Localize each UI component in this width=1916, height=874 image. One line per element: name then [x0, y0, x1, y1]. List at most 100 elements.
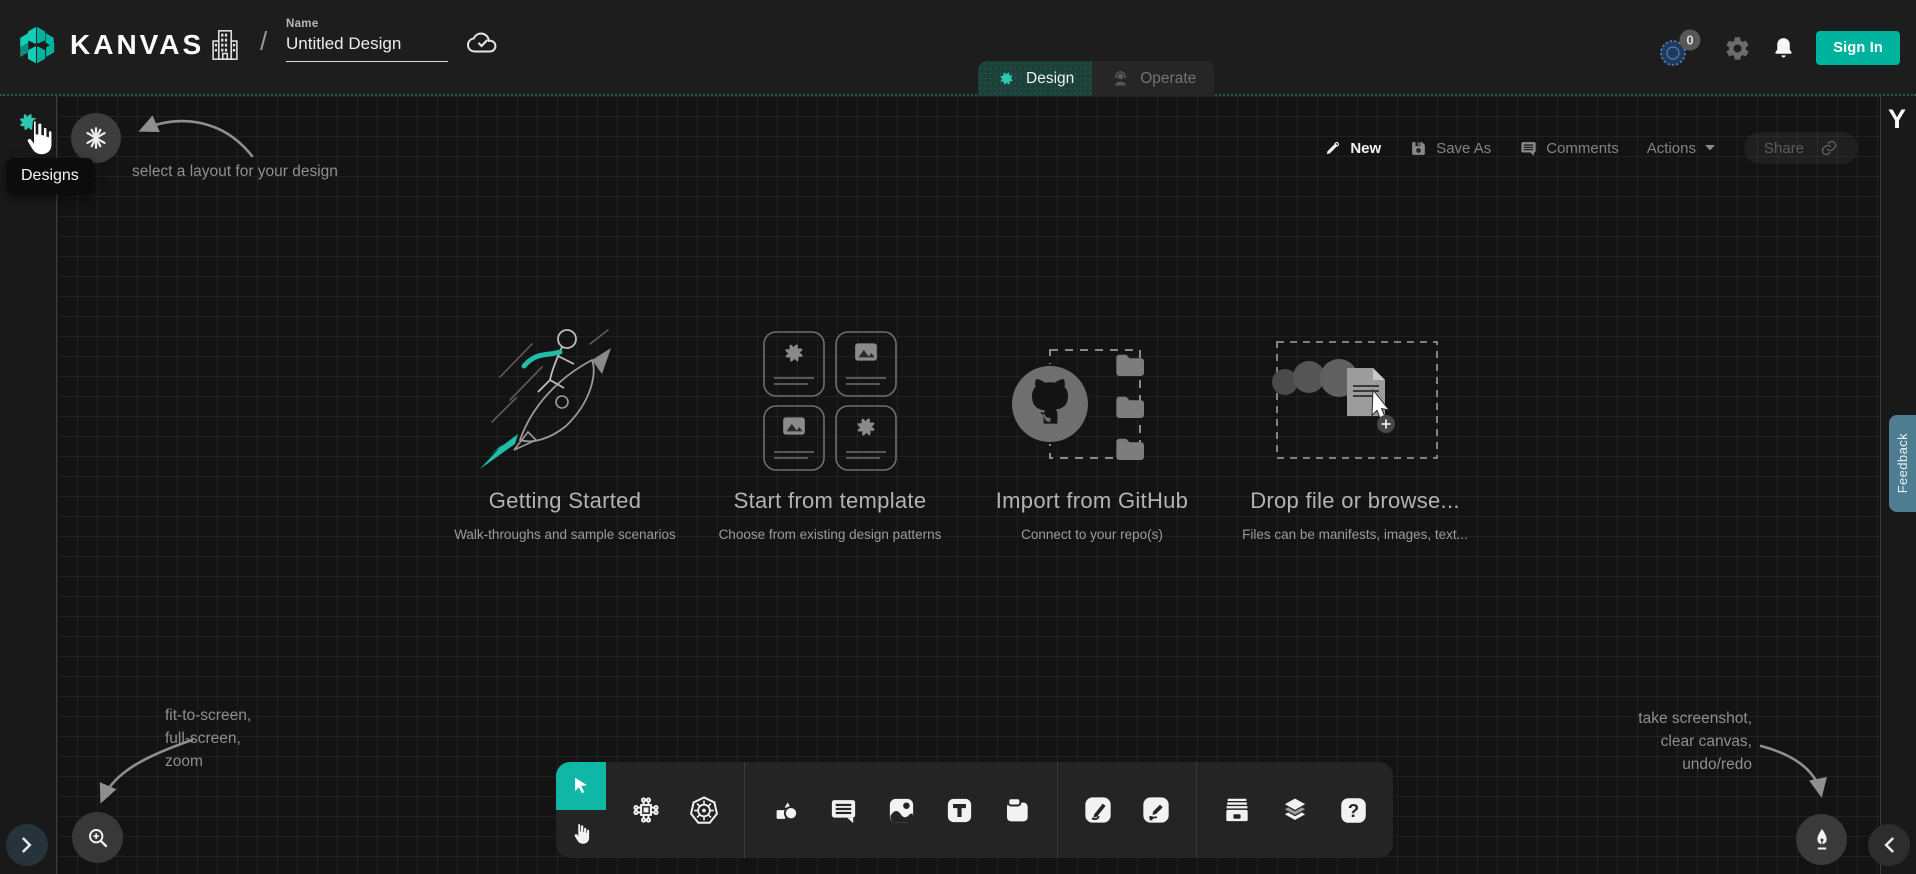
- template-grid-illustration: [690, 322, 970, 472]
- card-title: Start from template: [690, 488, 970, 514]
- name-label: Name: [286, 18, 448, 30]
- hand-pointer-cursor-icon: [20, 116, 56, 160]
- shapes-tool[interactable]: [769, 794, 801, 826]
- comment-tool[interactable]: [827, 794, 859, 826]
- pen-icon: [1082, 794, 1114, 826]
- pen-actions-button[interactable]: [1796, 814, 1847, 865]
- kubernetes-icon: [688, 794, 720, 827]
- y-logo: Y: [1888, 104, 1906, 135]
- layers-icon: [1279, 794, 1311, 827]
- note-tool[interactable]: [1001, 794, 1033, 826]
- design-name-input[interactable]: [286, 30, 448, 62]
- notification-badge: 0: [1687, 33, 1694, 48]
- layers-tool[interactable]: [1279, 794, 1311, 826]
- left-rail: [0, 96, 57, 874]
- feedback-label: Feedback: [1895, 433, 1910, 493]
- pencil-tool[interactable]: [1140, 794, 1172, 826]
- question-mark-icon: ?: [1338, 795, 1369, 826]
- building-icon[interactable]: [210, 28, 240, 62]
- actions-dropdown[interactable]: Actions: [1647, 140, 1716, 157]
- annotation-tools-group: [744, 762, 1057, 858]
- import-from-github-card[interactable]: Import from GitHub Connect to your repo(…: [952, 322, 1232, 542]
- kanvas-logo-icon: [14, 22, 60, 68]
- screenshot-hint-arrow: [1755, 736, 1845, 808]
- pencil-new-icon: [1324, 139, 1342, 157]
- pen-tool[interactable]: [1082, 794, 1114, 826]
- bell-icon[interactable]: [1771, 35, 1796, 62]
- svg-text:?: ?: [1347, 799, 1358, 820]
- new-button[interactable]: New: [1324, 139, 1381, 157]
- provider-badge-icon[interactable]: 0: [1658, 28, 1704, 68]
- new-label: New: [1350, 140, 1381, 157]
- tab-operate[interactable]: Operate: [1092, 61, 1214, 96]
- drawing-tools-group: [1057, 762, 1196, 858]
- asterisk-icon: [84, 126, 108, 150]
- comments-label: Comments: [1546, 140, 1619, 157]
- card-title: Getting Started: [425, 488, 705, 514]
- card-subtitle: Files can be manifests, images, text...: [1215, 527, 1495, 542]
- comment-bubble-icon: [828, 795, 859, 826]
- drop-file-illustration: [1215, 322, 1495, 472]
- help-tool[interactable]: ?: [1337, 794, 1369, 826]
- github-illustration: [952, 322, 1232, 472]
- share-button[interactable]: Share: [1744, 132, 1858, 164]
- design-actions-toolbar: New Save As Comments Actions: [1324, 132, 1858, 164]
- chevron-down-icon: [1704, 144, 1716, 152]
- app-header: KANVAS / Name: [0, 0, 1916, 96]
- hint-line: clear canvas,: [1638, 730, 1752, 753]
- expand-left-panel-button[interactable]: [6, 824, 48, 866]
- hint-line: undo/redo: [1638, 753, 1752, 776]
- cloud-check-icon: [466, 28, 500, 54]
- shapes-icon: [769, 794, 801, 827]
- floppy-icon: [1409, 139, 1428, 158]
- mode-tabs: Design Operate: [978, 61, 1214, 96]
- text-icon: [944, 795, 975, 826]
- pan-tool[interactable]: [556, 810, 606, 858]
- kanvas-app: KANVAS / Name: [0, 0, 1916, 874]
- getting-started-card[interactable]: Getting Started Walk-throughs and sample…: [425, 322, 705, 542]
- component-tool[interactable]: [630, 794, 662, 826]
- header-actions: 0 Sign In: [1658, 0, 1900, 96]
- magnifier-plus-icon: [86, 826, 110, 850]
- expand-right-panel-button[interactable]: [1868, 824, 1910, 866]
- drawer-tool[interactable]: [1221, 794, 1253, 826]
- infra-tools-group: [606, 762, 744, 858]
- pointer-tools: [556, 762, 606, 858]
- share-label: Share: [1764, 140, 1804, 157]
- comments-button[interactable]: Comments: [1519, 139, 1619, 158]
- text-tool[interactable]: [943, 794, 975, 826]
- image-tool[interactable]: [885, 794, 917, 826]
- card-subtitle: Choose from existing design patterns: [690, 527, 970, 542]
- canvas-tools-dock: ?: [556, 762, 1393, 858]
- card-title: Drop file or browse...: [1215, 488, 1495, 514]
- rocket-illustration: [425, 322, 705, 472]
- card-subtitle: Walk-throughs and sample scenarios: [425, 527, 705, 542]
- sign-in-button[interactable]: Sign In: [1816, 31, 1900, 65]
- start-from-template-card[interactable]: Start from template Choose from existing…: [690, 322, 970, 542]
- link-icon: [1820, 139, 1838, 157]
- drawer-icon: [1221, 794, 1253, 827]
- circuit-chip-icon: [630, 794, 662, 826]
- tab-design[interactable]: Design: [978, 61, 1092, 96]
- layout-selector-button[interactable]: [71, 113, 121, 163]
- card-subtitle: Connect to your repo(s): [952, 527, 1232, 542]
- chevron-right-icon: [21, 837, 33, 853]
- misc-tools-group: ?: [1196, 762, 1393, 858]
- sticky-note-icon: [1001, 794, 1033, 826]
- hint-line: take screenshot,: [1638, 707, 1752, 730]
- design-pinwheel-icon: [996, 68, 1017, 89]
- brand-wordmark: KANVAS: [70, 29, 204, 61]
- comment-icon: [1519, 139, 1538, 158]
- hint-line: fit-to-screen,: [165, 704, 251, 727]
- drop-file-card[interactable]: Drop file or browse... Files can be mani…: [1215, 322, 1495, 542]
- save-as-button[interactable]: Save As: [1409, 139, 1491, 158]
- feedback-tab[interactable]: Feedback: [1889, 415, 1916, 512]
- operate-headset-icon: [1110, 68, 1131, 89]
- tab-design-label: Design: [1026, 70, 1074, 88]
- save-as-label: Save As: [1436, 140, 1491, 157]
- brand[interactable]: KANVAS: [14, 22, 204, 68]
- gear-icon[interactable]: [1724, 35, 1751, 62]
- select-tool[interactable]: [556, 762, 606, 810]
- zoom-button[interactable]: [72, 812, 123, 863]
- kubernetes-tool[interactable]: [688, 794, 720, 826]
